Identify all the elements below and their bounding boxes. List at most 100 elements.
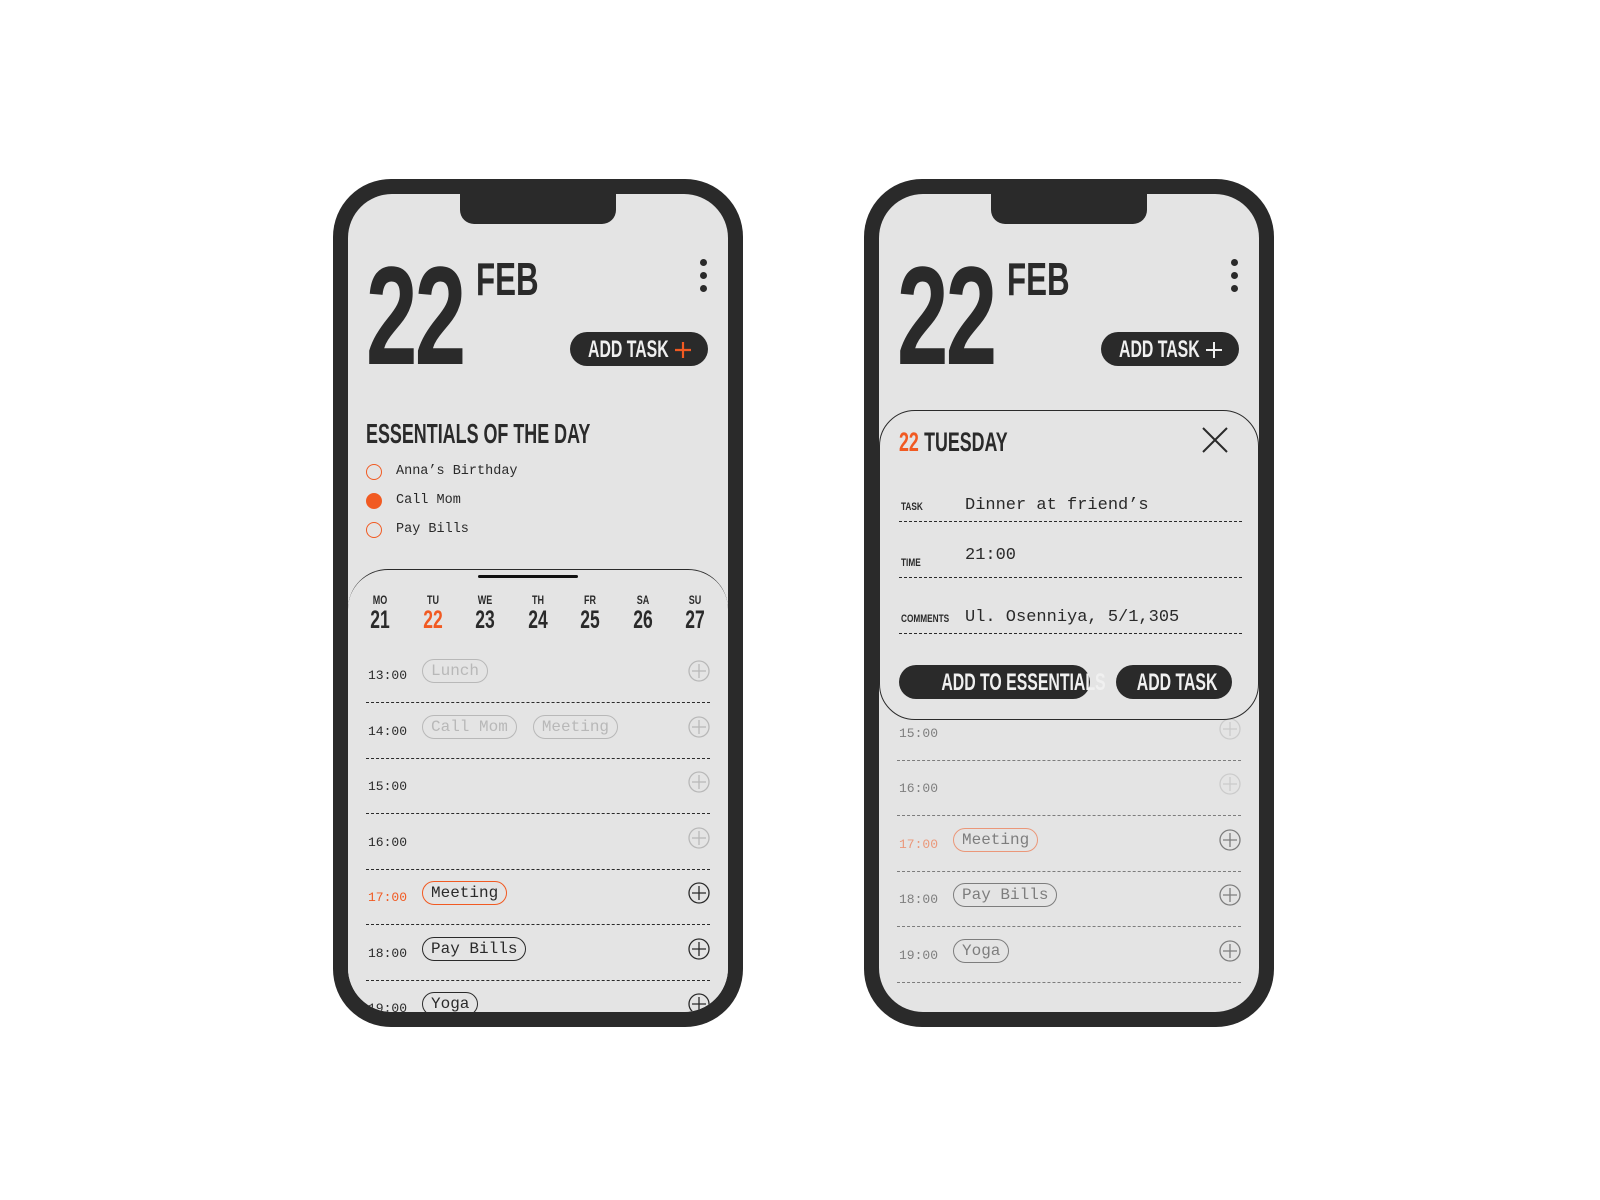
- add-slot-plus-icon[interactable]: [688, 826, 710, 849]
- slot-tasks: Pay Bills: [953, 883, 1073, 907]
- add-slot-plus-icon[interactable]: [688, 993, 710, 1012]
- slot-time: 19:00: [899, 947, 939, 963]
- weekday-abbr: FR: [584, 593, 596, 607]
- task-chip[interactable]: Meeting: [532, 714, 619, 739]
- task-chip[interactable]: Lunch: [422, 659, 489, 683]
- add-slot-plus-icon[interactable]: [1219, 828, 1241, 851]
- screen: 22 FEB ADD TASK 14:00Call MomMeeting15:0…: [879, 194, 1259, 1012]
- weekday-abbr: SA: [636, 593, 649, 607]
- slot-time: 14:00: [368, 723, 408, 739]
- task-label: TASK: [901, 501, 923, 513]
- task-chip[interactable]: Pay Bills: [953, 883, 1058, 907]
- slot-time: 17:00: [899, 836, 939, 852]
- checkbox-radio[interactable]: [366, 493, 382, 509]
- weekday-abbr: TH: [531, 593, 544, 607]
- notch: [460, 194, 616, 224]
- date-month: FEB: [476, 253, 539, 305]
- add-slot-plus-icon[interactable]: [688, 660, 710, 682]
- time-slot: 18:00 Pay Bills: [366, 925, 710, 981]
- slot-time: 18:00: [368, 945, 408, 961]
- add-slot-plus-icon[interactable]: [1219, 773, 1241, 795]
- task-chip[interactable]: Call Mom: [422, 714, 517, 739]
- weekday-we[interactable]: WE 23: [465, 593, 505, 633]
- add-to-essentials-button[interactable]: ADD TO ESSENTIALS: [899, 665, 1106, 699]
- checkbox-radio[interactable]: [366, 522, 382, 538]
- week-strip: MO 21 TU 22 WE 23 TH 24 FR 25 SA 26 SU 27: [360, 593, 718, 637]
- time-slot: 14:00 Call Mom Meeting: [366, 703, 710, 759]
- modal-add-task-label: ADD TASK: [1136, 669, 1218, 696]
- plus-icon: [675, 342, 691, 358]
- modal-weekday: TUESDAY: [924, 427, 1008, 457]
- add-task-label: ADD TASK: [1119, 336, 1200, 363]
- add-slot-plus-icon[interactable]: [1219, 717, 1241, 740]
- weekday-abbr: SU: [688, 593, 702, 607]
- weekday-abbr: TU: [426, 593, 439, 607]
- add-task-button[interactable]: ADD TASK: [1101, 332, 1239, 366]
- weekday-abbr: MO: [372, 593, 388, 607]
- time-input[interactable]: [965, 546, 1242, 565]
- modal-date: 22 TUESDAY: [899, 429, 1008, 456]
- time-slot: 17:00 Meeting: [897, 816, 1241, 872]
- add-slot-plus-icon[interactable]: [1219, 884, 1241, 906]
- time-slot: 15:00: [366, 758, 710, 814]
- plus-icon: [1206, 342, 1222, 358]
- essential-label: Call Mom: [396, 493, 461, 508]
- time-label: TIME: [901, 557, 921, 569]
- close-icon[interactable]: [1202, 427, 1228, 453]
- slot-time: 18:00: [899, 892, 939, 907]
- comments-label: COMMENTS: [901, 613, 950, 625]
- add-task-label: ADD TASK: [588, 336, 669, 363]
- slot-tasks: Meeting: [953, 827, 1054, 852]
- add-slot-plus-icon[interactable]: [688, 715, 710, 738]
- kebab-menu-icon[interactable]: [698, 259, 708, 299]
- add-task-button[interactable]: ADD TASK: [570, 332, 708, 366]
- slot-time: 13:00: [368, 668, 408, 683]
- add-slot-plus-icon[interactable]: [688, 937, 710, 960]
- time-field: TIME: [899, 538, 1242, 578]
- weekday-fr[interactable]: FR 25: [570, 593, 610, 633]
- weekday-abbr: WE: [477, 593, 493, 607]
- weekday-mo[interactable]: MO 21: [360, 593, 400, 633]
- slot-tasks: Lunch: [422, 659, 504, 683]
- slot-time: 16:00: [899, 781, 939, 796]
- slot-time: 17:00: [368, 890, 408, 905]
- weekday-number: 21: [370, 606, 390, 634]
- weekday-number: 24: [527, 606, 548, 634]
- task-chip[interactable]: Yoga: [422, 992, 479, 1012]
- slot-tasks: Pay Bills: [422, 936, 542, 961]
- slot-tasks: Yoga: [953, 938, 1025, 963]
- comments-input[interactable]: [965, 608, 1242, 627]
- add-slot-plus-icon[interactable]: [688, 882, 710, 904]
- weekday-th[interactable]: TH 24: [518, 593, 558, 633]
- checkbox-radio[interactable]: [366, 464, 382, 480]
- task-chip[interactable]: Yoga: [953, 938, 1010, 963]
- date-day: 22: [897, 237, 997, 394]
- add-task-modal: 22TUESDAY TASK TIME COMMENTS ADD TO ESSE…: [879, 410, 1259, 720]
- drag-handle[interactable]: [478, 575, 578, 578]
- time-slot: 13:00 Lunch: [366, 647, 710, 703]
- slot-time: 15:00: [368, 779, 408, 794]
- task-field: TASK: [899, 482, 1242, 522]
- weekday-tu[interactable]: TU 22: [413, 593, 453, 633]
- modal-add-task-button[interactable]: ADD TASK: [1116, 665, 1232, 699]
- essential-label: Anna’s Birthday: [396, 464, 518, 479]
- notch: [991, 194, 1147, 224]
- weekday-su[interactable]: SU 27: [675, 593, 715, 633]
- task-chip[interactable]: Meeting: [422, 881, 508, 905]
- add-slot-plus-icon[interactable]: [1219, 939, 1241, 962]
- essential-label: Pay Bills: [396, 522, 469, 537]
- task-chip[interactable]: Pay Bills: [422, 936, 527, 961]
- slot-tasks: Meeting: [422, 881, 523, 905]
- task-chip[interactable]: Meeting: [953, 827, 1039, 852]
- slot-time: 15:00: [899, 725, 939, 741]
- weekday-number: 23: [475, 606, 495, 634]
- slot-tasks: Yoga: [422, 992, 494, 1012]
- modal-day-number: 22: [899, 427, 919, 457]
- task-input[interactable]: [965, 496, 1242, 515]
- calendar-sheet: MO 21 TU 22 WE 23 TH 24 FR 25 SA 26 SU 27 13:00 Lunch 1…: [348, 569, 728, 1012]
- add-to-essentials-label: ADD TO ESSENTIALS: [941, 669, 1106, 696]
- add-slot-plus-icon[interactable]: [688, 771, 710, 793]
- kebab-menu-icon[interactable]: [1229, 259, 1239, 299]
- weekday-sa[interactable]: SA 26: [623, 593, 663, 633]
- time-slot: 16:00: [366, 814, 710, 870]
